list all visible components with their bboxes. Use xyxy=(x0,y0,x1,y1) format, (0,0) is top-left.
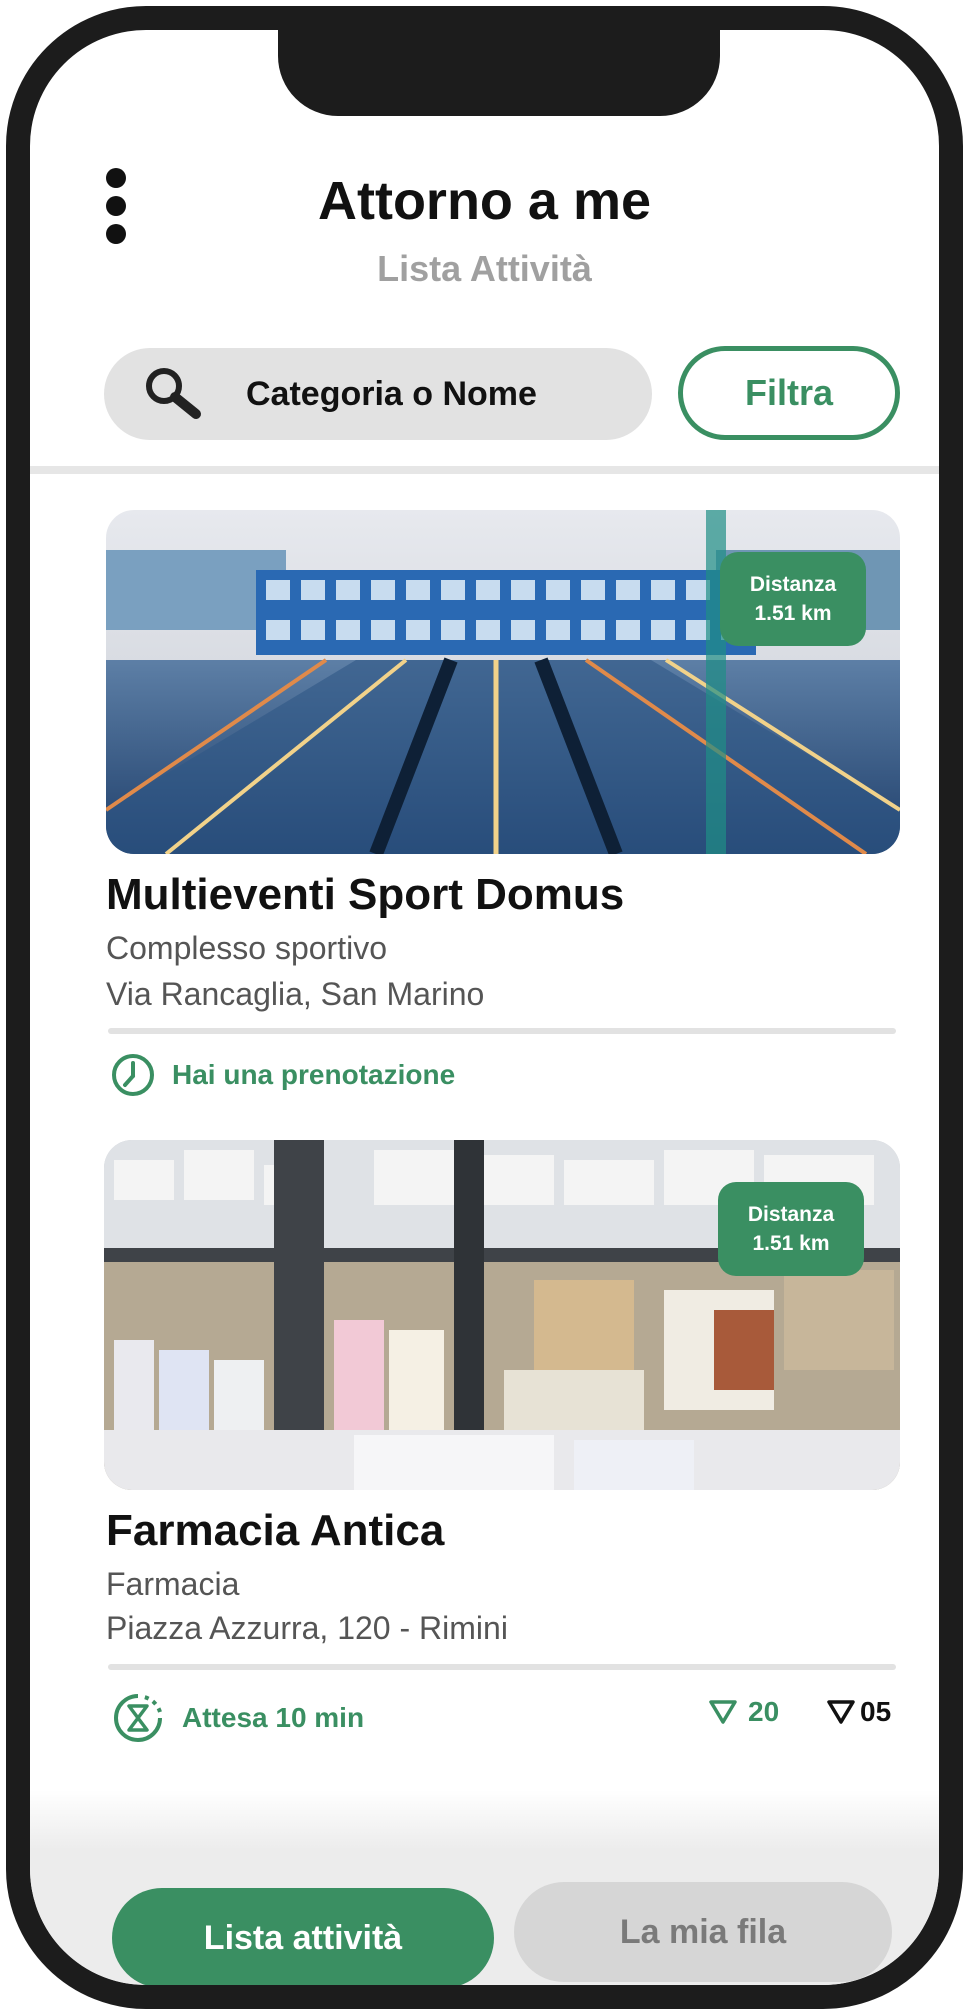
distance-badge: Distanza 1.51 km xyxy=(718,1182,864,1276)
page-title: Attorno a me xyxy=(317,171,652,231)
wait-text: Attesa 10 min xyxy=(182,1702,365,1733)
listing-address: Via Rancaglia, San Marino xyxy=(106,976,485,1012)
listing-name: Farmacia Antica xyxy=(106,1506,445,1555)
distance-value: 1.51 km xyxy=(754,602,832,625)
tab-lista-attivita[interactable]: Lista attività xyxy=(112,1888,494,1985)
listing-divider xyxy=(108,1028,896,1034)
distance-value: 1.51 km xyxy=(752,1232,830,1255)
listing-category: Complesso sportivo xyxy=(106,930,387,966)
distance-label: Distanza xyxy=(749,572,837,596)
filter-button[interactable]: Filtra xyxy=(678,346,900,440)
listing-address: Piazza Azzurra, 120 - Rimini xyxy=(106,1610,508,1646)
distance-badge: Distanza 1.51 km xyxy=(720,552,866,646)
search-icon xyxy=(146,368,201,419)
green-counter-value: 20 xyxy=(748,1696,780,1727)
search-input[interactable]: Categoria o Nome xyxy=(246,375,537,414)
distance-label: Distanza xyxy=(747,1202,835,1226)
tab-la-mia-fila[interactable]: La mia fila xyxy=(514,1882,892,1982)
wait-status: Attesa 10 min xyxy=(110,1690,364,1746)
header-divider xyxy=(30,466,939,474)
status-text: Hai una prenotazione xyxy=(172,1059,456,1090)
hourglass-timer-icon xyxy=(114,1694,162,1742)
triangle-down-icon xyxy=(827,1700,855,1724)
black-counter-value: 05 xyxy=(860,1696,892,1727)
listing-name: Multieventi Sport Domus xyxy=(106,870,625,919)
phone-notch xyxy=(278,30,720,116)
listing-divider xyxy=(108,1664,896,1670)
green-counter: 20 xyxy=(708,1696,779,1728)
search-bar[interactable]: Categoria o Nome xyxy=(104,348,652,440)
clock-icon xyxy=(112,1054,154,1096)
black-counter: 05 xyxy=(826,1696,891,1728)
phone-frame: Attorno a me Lista Attività Categoria o … xyxy=(6,6,963,2009)
bottom-shade xyxy=(30,1790,939,1850)
page-subtitle: Lista Attività xyxy=(377,248,592,289)
listing-category: Farmacia xyxy=(106,1566,240,1602)
triangle-down-icon xyxy=(709,1700,737,1724)
booking-status: Hai una prenotazione xyxy=(110,1052,455,1098)
